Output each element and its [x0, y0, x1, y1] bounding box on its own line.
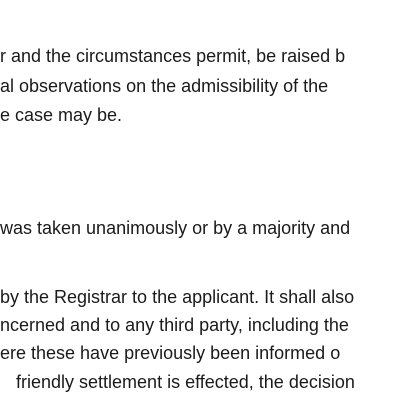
text-line-4: was taken unanimously or by a majority a… — [0, 218, 351, 238]
document-page: r and the circumstances permit, be raise… — [0, 0, 400, 400]
text-line-1: r and the circumstances permit, be raise… — [0, 46, 346, 66]
text-line-7: ere these have previously been informed … — [0, 343, 341, 363]
text-line-2: al observations on the admissibility of … — [0, 76, 329, 96]
text-line-5: by the Registrar to the applicant. It sh… — [0, 287, 355, 307]
text-line-8: friendly settlement is effected, the dec… — [16, 372, 355, 392]
text-line-3: e case may be. — [0, 105, 123, 125]
text-line-6: ncerned and to any third party, includin… — [0, 315, 349, 335]
